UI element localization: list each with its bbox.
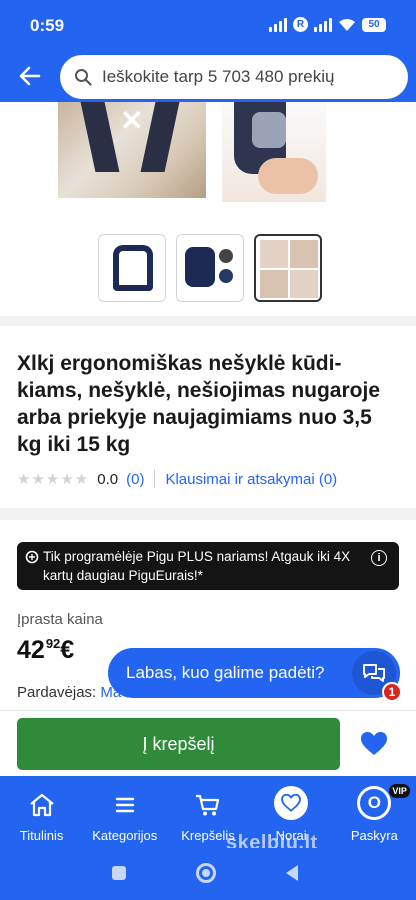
cart-icon [195, 794, 220, 816]
product-image-main[interactable]: ✕ [58, 102, 206, 198]
system-back-button[interactable] [286, 865, 298, 881]
rating-stars-icon: ★★★★★ [17, 471, 90, 488]
add-to-cart-button[interactable]: Į krepšelį [17, 718, 340, 770]
thumbnail-2[interactable] [176, 234, 244, 302]
promo-text: Tik programėlėje Pigu PLUS nariams! Atga… [43, 549, 351, 583]
system-nav-bar [0, 848, 416, 900]
seller-label: Pardavėjas: [17, 684, 97, 701]
chat-label: Labas, kuo galime padėti? [126, 663, 325, 682]
wishlist-button[interactable] [358, 728, 390, 760]
info-icon[interactable]: i [371, 550, 387, 566]
nav-item-home[interactable]: Titulinis [0, 776, 83, 848]
price: 4292€ [17, 636, 74, 665]
header [0, 52, 416, 102]
rating-value: 0.0 [97, 470, 119, 488]
status-bar: 0:59 R 50 [0, 0, 416, 52]
nav-label-categories: Kategorijos [92, 828, 158, 843]
product-info-card: Xlkj ergonomiškas nešyklė kūdi-kiams, ne… [0, 326, 416, 508]
status-time: 0:59 [30, 16, 65, 35]
vip-badge: VIP [389, 784, 410, 798]
battery-icon: 50 [362, 17, 386, 32]
chat-widget[interactable]: Labas, kuo galime padėti? [108, 648, 400, 698]
chat-notification-badge: 1 [382, 682, 402, 702]
home-icon [29, 793, 54, 817]
rating-row: ★★★★★ 0.0 (0) Klausimai ir atsakymai (0) [17, 470, 337, 488]
account-icon: O [357, 786, 392, 820]
thumbnail-3[interactable] [254, 234, 322, 302]
reviews-link[interactable]: (0) [126, 471, 144, 488]
promo-banner[interactable]: Tik programėlėje Pigu PLUS nariams! Atga… [17, 542, 399, 590]
roaming-icon: R [293, 17, 308, 32]
price-integer: 42 [17, 636, 45, 664]
arrow-left-icon [19, 66, 41, 86]
seller-row: Pardavėjas: Ma [17, 684, 121, 701]
divider [154, 470, 156, 488]
buy-bar: Į krepšelį [0, 710, 416, 776]
nav-item-categories[interactable]: Kategorijos [83, 776, 166, 848]
search-box[interactable] [60, 55, 408, 99]
thumbnail-1[interactable] [98, 234, 166, 302]
thumbnail-strip [98, 234, 322, 302]
wifi-icon [339, 18, 355, 31]
price-decimal: 92 [45, 636, 61, 651]
bottom-nav: Titulinis Kategorijos Krepšelis Norai O … [0, 776, 416, 848]
price-currency: € [60, 636, 75, 664]
product-gallery: ✕ [0, 102, 416, 316]
status-icons: R 50 [269, 17, 386, 32]
search-input[interactable] [102, 67, 382, 87]
cashback-icon [25, 550, 39, 564]
back-button[interactable] [16, 62, 44, 90]
nav-label-home: Titulinis [19, 828, 64, 843]
heart-icon [274, 786, 309, 820]
nav-label-account: Paskyra [350, 828, 398, 843]
signal-icon [269, 17, 287, 32]
heart-icon [361, 732, 387, 755]
menu-icon [115, 797, 134, 813]
regular-price-label: Įprasta kaina [17, 611, 103, 628]
search-icon [75, 69, 92, 86]
nav-item-account[interactable]: O Paskyra VIP [333, 776, 416, 848]
home-button[interactable] [196, 863, 216, 883]
product-title: Xlkj ergonomiškas nešyklė kūdi-kiams, ne… [17, 352, 380, 456]
recents-button[interactable] [112, 866, 126, 880]
signal-icon-2 [314, 17, 332, 32]
qa-link[interactable]: Klausimai ir atsakymai (0) [165, 471, 337, 488]
product-image-second[interactable] [222, 102, 326, 202]
